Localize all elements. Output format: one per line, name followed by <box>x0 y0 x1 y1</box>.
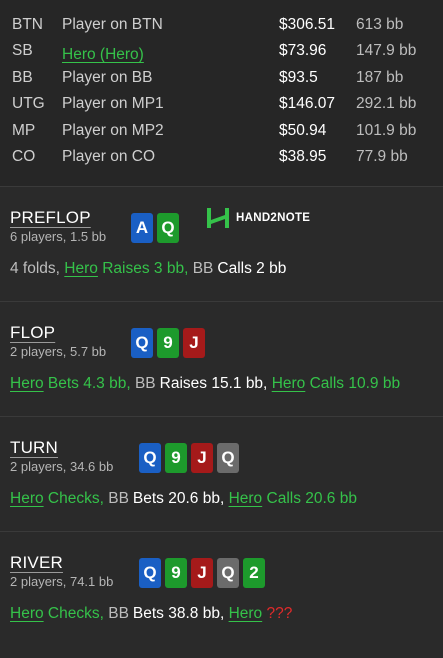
action-hero: Hero Checks, <box>10 605 104 622</box>
card: Q <box>139 558 161 588</box>
player-name[interactable]: Player on MP2 <box>62 122 164 140</box>
hero-link[interactable]: Hero <box>10 605 44 622</box>
card: J <box>191 443 213 473</box>
action-bb: Bets 38.8 bb, <box>132 605 225 622</box>
hero-name-label[interactable]: Hero (Hero) <box>62 46 144 64</box>
player-row: BTN Player on BTN $306.51 613 bb <box>0 12 443 38</box>
board-cards: Q 9 J Q 2 <box>139 558 265 588</box>
street-title: TURN <box>10 438 59 457</box>
action-hero: Hero Checks, <box>10 490 104 507</box>
action-hero: Hero Bets 4.3 bb, <box>10 375 131 392</box>
player-stack: $38.95 <box>279 147 327 165</box>
card: J <box>191 558 213 588</box>
player-row: CO Player on CO $38.95 77.9 bb <box>0 144 443 170</box>
player-row: BB Player on BB $93.5 187 bb <box>0 65 443 91</box>
action-bb-name: BB <box>192 260 214 277</box>
hand2note-logo-icon <box>207 208 229 228</box>
street-actions: Hero Checks, BB Bets 38.8 bb, Hero ??? <box>10 605 292 623</box>
card: 9 <box>165 558 187 588</box>
player-row: UTG Player on MP1 $146.07 292.1 bb <box>0 91 443 117</box>
street-actions: Hero Checks, BB Bets 20.6 bb, Hero Calls … <box>10 490 357 508</box>
hero-link[interactable]: Hero <box>64 260 98 277</box>
hero-link[interactable]: Hero <box>272 375 306 392</box>
action-bb: Raises 15.1 bb, <box>159 375 268 392</box>
street-title: PREFLOP <box>10 208 91 227</box>
street-subtitle: 2 players, 5.7 bb <box>10 344 107 359</box>
action-hero-2: Hero Calls 10.9 bb <box>271 375 401 392</box>
player-stack-bb: 147.9 bb <box>356 42 417 60</box>
card: A <box>131 213 153 243</box>
action-bb: Calls 2 bb <box>217 260 287 277</box>
player-name[interactable]: Player on MP1 <box>62 95 164 113</box>
player-position: BTN <box>12 16 43 33</box>
street-preflop: PREFLOP 6 players, 1.5 bb A Q HAND2NOTE … <box>0 186 443 301</box>
card: Q <box>139 443 161 473</box>
player-row-hero: SB Hero (Hero) $73.96 147.9 bb <box>0 38 443 64</box>
player-row: MP Player on MP2 $50.94 101.9 bb <box>0 118 443 144</box>
street-title: RIVER <box>10 553 63 572</box>
card: Q <box>217 558 239 588</box>
player-stack: $50.94 <box>279 121 327 139</box>
street-turn: TURN 2 players, 34.6 bb Q 9 J Q Hero Che… <box>0 416 443 531</box>
card: Q <box>217 443 239 473</box>
action-unknown: ??? <box>266 605 293 622</box>
player-position: CO <box>12 147 36 165</box>
card: Q <box>131 328 153 358</box>
hero-link[interactable]: Hero <box>229 490 263 507</box>
street-subtitle: 2 players, 74.1 bb <box>10 574 114 589</box>
players-table: BTN Player on BTN $306.51 613 bb SB Hero… <box>0 0 443 186</box>
player-stack-bb: 101.9 bb <box>356 121 417 139</box>
card: 9 <box>157 328 179 358</box>
action-hero: Hero Raises 3 bb, <box>64 260 189 277</box>
board-cards: Q 9 J Q <box>139 443 239 473</box>
player-stack-bb: 292.1 bb <box>356 95 417 113</box>
player-name[interactable]: Player on BB <box>62 69 152 87</box>
street-title: FLOP <box>10 323 56 342</box>
street-river: RIVER 2 players, 74.1 bb Q 9 J Q 2 Hero … <box>0 531 443 658</box>
player-position: UTG <box>12 95 45 113</box>
player-stack: $306.51 <box>279 16 336 33</box>
player-stack: $73.96 <box>279 42 327 60</box>
player-position: MP <box>12 121 36 139</box>
action-folds: 4 folds, <box>10 260 60 277</box>
player-stack: $93.5 <box>279 68 318 86</box>
action-bb-name: BB <box>134 375 156 392</box>
hero-link[interactable]: Hero <box>229 605 263 622</box>
street-flop: FLOP 2 players, 5.7 bb Q 9 J Hero Bets 4… <box>0 301 443 416</box>
hero-link[interactable]: Hero <box>10 490 44 507</box>
player-position: BB <box>12 68 33 86</box>
hand2note-logo: HAND2NOTE <box>206 207 310 229</box>
card: J <box>183 328 205 358</box>
street-actions: Hero Bets 4.3 bb, BB Raises 15.1 bb, Hero… <box>10 375 400 393</box>
player-stack-bb: 187 bb <box>356 68 404 86</box>
action-bb-name: BB <box>108 490 129 507</box>
action-bb: Bets 20.6 bb, <box>132 490 225 507</box>
street-subtitle: 6 players, 1.5 bb <box>10 229 107 244</box>
board-cards: A Q <box>131 213 179 243</box>
street-subtitle: 2 players, 34.6 bb <box>10 459 114 474</box>
card: Q <box>157 213 179 243</box>
player-position: SB <box>12 42 33 60</box>
player-name[interactable]: Player on BTN <box>62 16 163 34</box>
action-hero-2: Hero <box>229 605 263 622</box>
hero-link[interactable]: Hero <box>10 375 44 392</box>
player-stack-bb: 613 bb <box>356 16 404 33</box>
card: 2 <box>243 558 265 588</box>
player-stack-bb: 77.9 bb <box>356 147 408 165</box>
hand2note-logo-text: HAND2NOTE <box>236 212 311 224</box>
player-name[interactable]: Player on CO <box>62 148 155 166</box>
action-bb-name: BB <box>108 605 129 622</box>
board-cards: Q 9 J <box>131 328 205 358</box>
player-stack: $146.07 <box>279 95 336 113</box>
action-hero-2: Hero Calls 20.6 bb <box>228 490 357 507</box>
card: 9 <box>165 443 187 473</box>
street-actions: 4 folds, Hero Raises 3 bb, BB Calls 2 bb <box>10 260 286 278</box>
